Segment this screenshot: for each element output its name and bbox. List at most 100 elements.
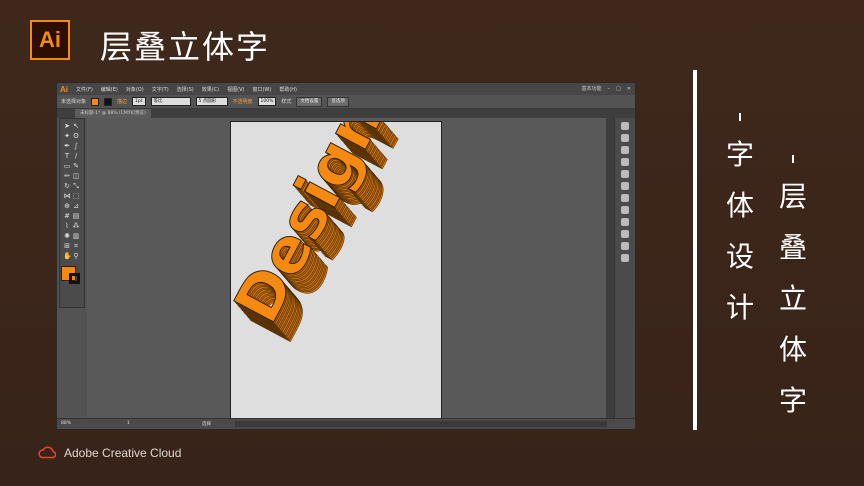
tools-panel: ➤ ↖ ✦ ʘ ✒ ∫ T ∕ ▭ ✎ ✏ ◫ ↻ ⤡ ⋈ ⬚ ⊕ ⊿ # ▤ … bbox=[59, 118, 85, 308]
stroke-weight-field[interactable]: 1pt bbox=[132, 97, 146, 106]
lasso-icon[interactable]: ʘ bbox=[72, 132, 80, 140]
minimize-icon[interactable]: – bbox=[608, 86, 611, 92]
subtitle-char: 立 bbox=[779, 282, 808, 315]
opacity-label: 不透明度 bbox=[232, 99, 253, 105]
maximize-icon[interactable]: □ bbox=[616, 86, 621, 92]
type-tool-icon[interactable]: T bbox=[63, 152, 71, 160]
transparency-icon[interactable] bbox=[621, 206, 629, 214]
direct-selection-icon[interactable]: ↖ bbox=[72, 122, 80, 130]
scale-icon[interactable]: ⤡ bbox=[72, 182, 80, 190]
creative-cloud-icon bbox=[38, 446, 56, 459]
panel-dock bbox=[614, 118, 635, 421]
menu-file[interactable]: 文件(F) bbox=[76, 86, 93, 93]
artboard-number[interactable]: 1 bbox=[127, 421, 130, 426]
curvature-icon[interactable]: ∫ bbox=[72, 142, 80, 150]
zoom-level[interactable]: 88% bbox=[61, 421, 71, 426]
free-transform-icon[interactable]: ⬚ bbox=[72, 192, 80, 200]
brand-name: Adobe Creative Cloud bbox=[64, 446, 182, 460]
graph-tool-icon[interactable]: ▥ bbox=[72, 232, 80, 240]
brush-definition[interactable]: 5 点圆形 bbox=[195, 97, 228, 106]
variable-width-profile[interactable]: 等比 bbox=[150, 97, 191, 106]
appearance-icon[interactable] bbox=[621, 218, 629, 226]
subtitle-column-2: 层 叠 立 体 字 bbox=[779, 155, 807, 438]
menu-object[interactable]: 对象(O) bbox=[126, 86, 144, 93]
gradient-panel-icon[interactable] bbox=[621, 194, 629, 202]
color-guide-icon[interactable] bbox=[621, 134, 629, 142]
magic-wand-icon[interactable]: ✦ bbox=[63, 132, 71, 140]
mesh-icon[interactable]: # bbox=[63, 212, 71, 220]
menu-window[interactable]: 窗口(W) bbox=[252, 86, 271, 93]
menu-help[interactable]: 帮助(H) bbox=[279, 86, 297, 93]
vertical-scrollbar[interactable] bbox=[606, 118, 614, 421]
illustrator-logo: Ai bbox=[30, 20, 70, 60]
preferences-button[interactable]: 首选项 bbox=[327, 96, 349, 107]
tick-mark bbox=[739, 113, 741, 121]
graphic-styles-icon[interactable] bbox=[621, 230, 629, 238]
opacity-field[interactable]: 100% bbox=[257, 97, 277, 106]
close-icon[interactable]: ✕ bbox=[627, 86, 631, 92]
layers-icon[interactable] bbox=[621, 242, 629, 250]
menu-type[interactable]: 文字(T) bbox=[152, 86, 169, 93]
line-tool-icon[interactable]: ∕ bbox=[72, 152, 80, 160]
swatches-icon[interactable] bbox=[621, 146, 629, 154]
subtitle-char: 设 bbox=[726, 240, 755, 273]
gradient-icon[interactable]: ▤ bbox=[72, 212, 80, 220]
document-tab-bar: 未标题-1* @ 88% (CMYK/预览) bbox=[57, 109, 635, 118]
document-setup-button[interactable]: 文档设置 bbox=[296, 96, 323, 107]
stroke-panel-icon[interactable] bbox=[621, 182, 629, 190]
current-tool: 选择 bbox=[202, 422, 211, 427]
style-label: 样式 bbox=[281, 99, 292, 105]
rectangle-tool-icon[interactable]: ▭ bbox=[63, 162, 71, 170]
perspective-icon[interactable]: ⊿ bbox=[72, 202, 80, 210]
divider-line bbox=[693, 70, 697, 430]
blend-icon[interactable]: ⁂ bbox=[72, 222, 80, 230]
paintbrush-icon[interactable]: ✎ bbox=[72, 162, 80, 170]
subtitle-char: 字 bbox=[779, 384, 808, 417]
subtitle-char: 体 bbox=[726, 189, 755, 222]
canvas-area[interactable]: Design Design Design Design Design Design Desi… bbox=[87, 87, 609, 421]
rotate-icon[interactable]: ↻ bbox=[63, 182, 71, 190]
artboards-icon[interactable] bbox=[621, 254, 629, 262]
slice-tool-icon[interactable]: ⌗ bbox=[72, 242, 80, 250]
color-panel-icon[interactable] bbox=[621, 122, 629, 130]
horizontal-scrollbar[interactable] bbox=[235, 421, 607, 427]
illustrator-window: Ai 文件(F) 编辑(E) 对象(O) 文字(T) 选择(S) 效果(C) 视… bbox=[56, 82, 636, 430]
eyedropper-icon[interactable]: ⌇ bbox=[63, 222, 71, 230]
subtitle-char: 体 bbox=[779, 333, 808, 366]
control-bar: 未选择对象 描边 1pt 等比 5 点圆形 不透明度 100% 样式 文档设置 … bbox=[57, 95, 635, 109]
subtitle-char: 叠 bbox=[779, 231, 808, 264]
menu-effect[interactable]: 效果(C) bbox=[202, 86, 219, 93]
design-3d-artwork[interactable]: DesignDesignDesignDesignDesignDesignDesi… bbox=[219, 87, 441, 419]
menu-edit[interactable]: 编辑(E) bbox=[101, 86, 118, 93]
zoom-tool-icon[interactable]: ⚲ bbox=[72, 252, 80, 260]
selection-tool-icon[interactable]: ➤ bbox=[63, 122, 71, 130]
workspace-switcher[interactable]: 基本功能 bbox=[582, 85, 602, 92]
stroke-color[interactable] bbox=[69, 273, 80, 284]
subtitle-column-1: 字 体 设 计 bbox=[726, 113, 754, 345]
subtitle-char: 计 bbox=[726, 291, 755, 324]
window-controls: 基本功能 – □ ✕ bbox=[582, 85, 631, 93]
tick-mark bbox=[792, 155, 794, 163]
brushes-icon[interactable] bbox=[621, 158, 629, 166]
menu-view[interactable]: 视图(V) bbox=[227, 86, 244, 93]
width-tool-icon[interactable]: ⋈ bbox=[63, 192, 71, 200]
document-tab[interactable]: 未标题-1* @ 88% (CMYK/预览) bbox=[75, 109, 151, 118]
pencil-icon[interactable]: ✏ bbox=[63, 172, 71, 180]
subtitle-char: 字 bbox=[726, 138, 755, 171]
eraser-icon[interactable]: ◫ bbox=[72, 172, 80, 180]
menu-bar: Ai 文件(F) 编辑(E) 对象(O) 文字(T) 选择(S) 效果(C) 视… bbox=[57, 83, 635, 95]
hand-tool-icon[interactable]: ✋ bbox=[63, 252, 72, 260]
artboard[interactable]: Design Design Design Design Design Design Desi… bbox=[219, 87, 442, 420]
fill-swatch[interactable] bbox=[91, 97, 100, 106]
symbols-icon[interactable] bbox=[621, 170, 629, 178]
artboard-tool-icon[interactable]: ⊞ bbox=[63, 242, 71, 250]
page-title: 层叠立体字 bbox=[100, 28, 271, 66]
shape-builder-icon[interactable]: ⊕ bbox=[63, 202, 71, 210]
menu-select[interactable]: 选择(S) bbox=[177, 86, 194, 93]
symbol-sprayer-icon[interactable]: ✺ bbox=[63, 232, 71, 240]
stroke-label: 描边 bbox=[117, 99, 128, 105]
stroke-swatch[interactable] bbox=[104, 97, 113, 106]
pen-tool-icon[interactable]: ✒ bbox=[63, 142, 71, 150]
fill-stroke-widget[interactable] bbox=[61, 266, 83, 286]
subtitle-char: 层 bbox=[779, 180, 808, 213]
